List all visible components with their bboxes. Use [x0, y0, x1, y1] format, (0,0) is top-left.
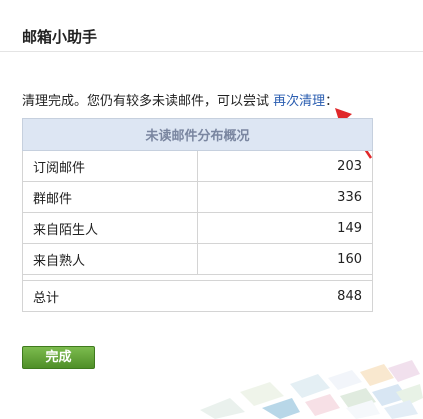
message-suffix: ： — [325, 94, 339, 109]
table-header: 未读邮件分布概况 — [22, 118, 373, 151]
clean-again-link[interactable]: 再次清理 — [273, 94, 325, 109]
row-label: 来自陌生人 — [22, 212, 198, 244]
table-row: 订阅邮件 203 — [22, 150, 373, 182]
dialog-title: 邮箱小助手 — [0, 0, 423, 52]
status-message: 清理完成。您仍有较多未读邮件，可以尝试 再次清理： — [22, 90, 338, 109]
row-label: 订阅邮件 — [22, 150, 198, 182]
row-label: 群邮件 — [22, 181, 198, 213]
table-total-row: 总计 848 — [22, 280, 373, 312]
table-row: 群邮件 336 — [22, 181, 373, 213]
table-row: 来自熟人 160 — [22, 243, 373, 275]
total-value: 848 — [197, 280, 373, 312]
total-label: 总计 — [22, 280, 198, 312]
row-value: 336 — [197, 181, 373, 213]
row-value: 203 — [197, 150, 373, 182]
row-label: 来自熟人 — [22, 243, 198, 275]
row-value: 149 — [197, 212, 373, 244]
row-value: 160 — [197, 243, 373, 275]
table-row: 来自陌生人 149 — [22, 212, 373, 244]
message-text: 清理完成。您仍有较多未读邮件，可以尝试 — [22, 94, 274, 109]
done-button[interactable]: 完成 — [22, 346, 95, 369]
unread-distribution-table: 未读邮件分布概况 订阅邮件 203 群邮件 336 来自陌生人 149 来自熟人… — [22, 118, 373, 312]
